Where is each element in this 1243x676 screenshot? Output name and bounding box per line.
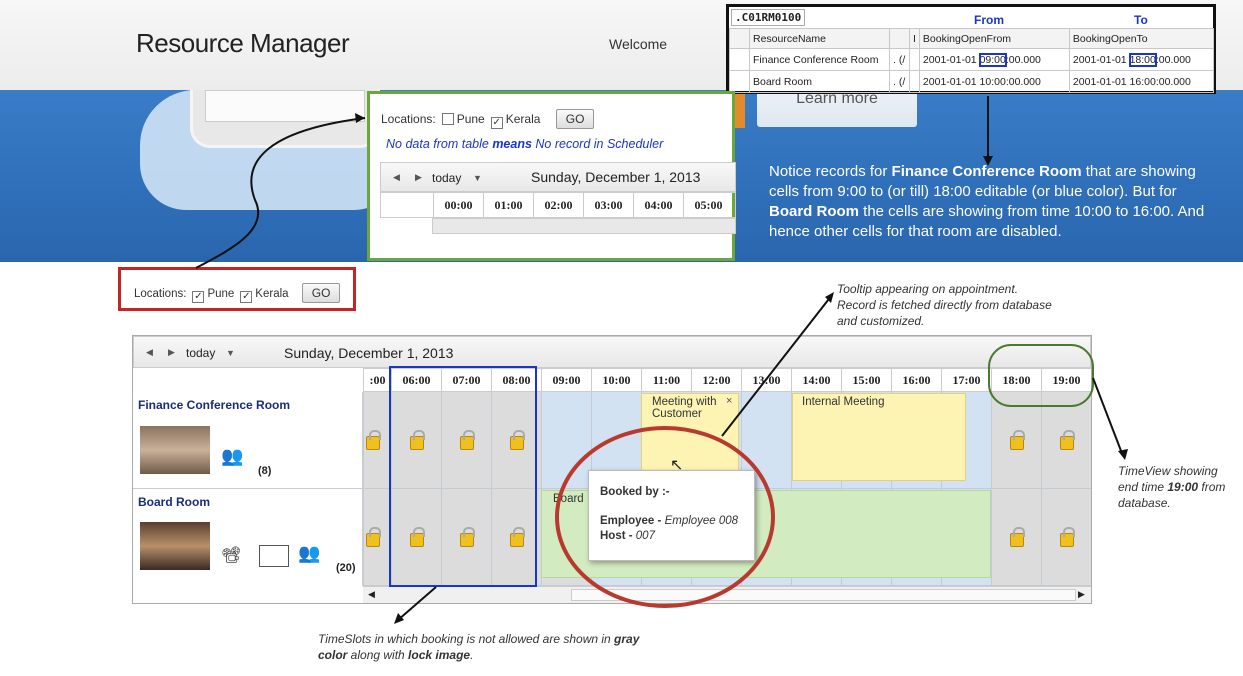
timeview-note: TimeView showing end time 19:00 from dat… <box>1118 464 1226 510</box>
tooltip-note: Tooltip appearing on appointment. Record… <box>837 282 1052 328</box>
timeview-arrow <box>1092 377 1124 457</box>
tooltip-arrow <box>721 294 833 437</box>
disabled-slots-highlight <box>389 366 537 587</box>
timeslots-arrow <box>397 586 437 621</box>
timeslots-note: TimeSlots in which booking is not allowe… <box>318 632 640 662</box>
annotation-overlay <box>195 96 1128 624</box>
inset-arrow <box>195 117 366 269</box>
tooltip-highlight-oval <box>555 426 775 608</box>
end-time-highlight <box>988 344 1094 407</box>
